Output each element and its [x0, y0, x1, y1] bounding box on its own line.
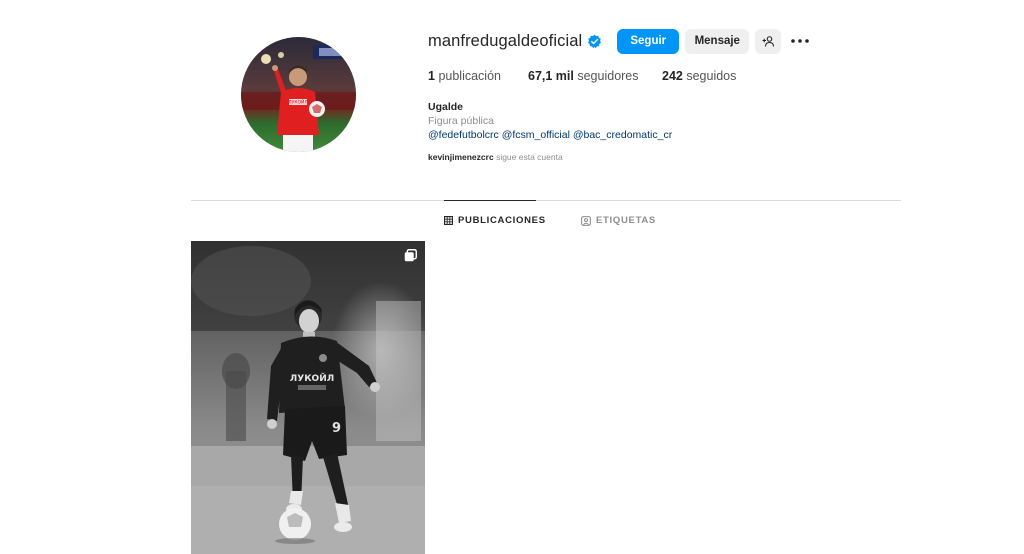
- post-jersey-sponsor: ЛУКОЙЛ: [290, 372, 334, 384]
- followed-by-text: sigue esta cuenta: [496, 152, 563, 162]
- tab-posts[interactable]: PUBLICACIONES: [444, 215, 546, 226]
- followers-label: seguidores: [577, 69, 639, 83]
- tagged-icon: [581, 215, 591, 226]
- posts-count: 1: [428, 69, 435, 83]
- profile-divider: [191, 200, 901, 201]
- profile-header: manfredugaldeoficial Seguir Mensaje 1 pu…: [428, 28, 908, 162]
- verified-badge-icon: [587, 34, 602, 49]
- posts-count-stat: 1 publicación: [428, 69, 528, 83]
- tab-tagged[interactable]: ETIQUETAS: [581, 215, 656, 226]
- following-label: seguidos: [686, 69, 737, 83]
- post-jersey-number: 9: [332, 421, 341, 436]
- follow-button[interactable]: Seguir: [617, 28, 680, 54]
- profile-tabs: PUBLICACIONES ETIQUETAS: [0, 215, 1024, 229]
- bio-category: Figura pública: [428, 115, 494, 127]
- message-button[interactable]: Mensaje: [685, 28, 750, 54]
- suggested-users-button[interactable]: [755, 28, 782, 54]
- add-user-icon: [762, 35, 774, 47]
- active-tab-indicator: [444, 200, 536, 201]
- post-image: ЛУКОЙЛ 9: [191, 241, 425, 554]
- posts-label: publicación: [438, 69, 501, 83]
- carousel-icon: [404, 249, 417, 262]
- profile-stats: 1 publicación 67,1 mil seguidores 242 se…: [428, 69, 908, 83]
- tab-tagged-label: ETIQUETAS: [596, 215, 656, 226]
- following-count: 242: [662, 69, 683, 83]
- followers-count: 67,1 mil: [528, 69, 574, 83]
- following-stat[interactable]: 242 seguidos: [662, 69, 736, 83]
- bio-full-name: Ugalde: [428, 101, 464, 113]
- profile-bio: Ugalde Figura pública @fedefutbolcrc @fc…: [428, 100, 908, 142]
- profile-actions-row: manfredugaldeoficial Seguir Mensaje: [428, 28, 908, 54]
- post-thumbnail[interactable]: ЛУКОЙЛ 9: [191, 241, 425, 554]
- profile-avatar[interactable]: ЛУКОЙЛ: [241, 37, 356, 152]
- followers-stat[interactable]: 67,1 mil seguidores: [528, 69, 662, 83]
- followed-by-user[interactable]: kevinjimenezcrc: [428, 152, 494, 162]
- grid-icon: [444, 216, 453, 225]
- avatar-photo: ЛУКОЙЛ: [241, 37, 356, 152]
- more-options-icon[interactable]: [789, 29, 811, 54]
- tab-posts-label: PUBLICACIONES: [458, 215, 546, 226]
- avatar-jersey-sponsor: ЛУКОЙЛ: [288, 99, 308, 106]
- followed-by[interactable]: kevinjimenezcrc sigue esta cuenta: [428, 152, 908, 162]
- profile-username: manfredugaldeoficial: [428, 31, 583, 50]
- bio-mentions[interactable]: @fedefutbolcrc @fcsm_official @bac_credo…: [428, 128, 908, 142]
